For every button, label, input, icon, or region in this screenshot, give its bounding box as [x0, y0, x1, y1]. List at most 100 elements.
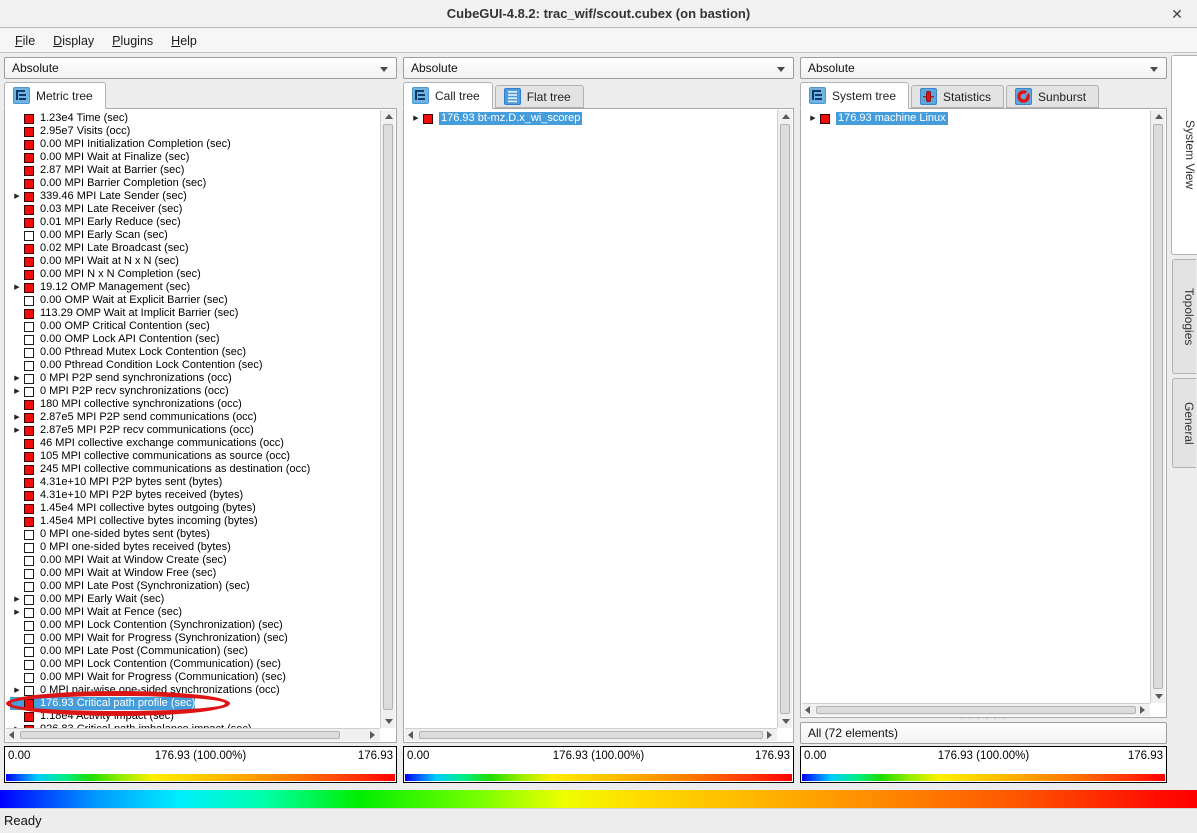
expand-arrow-icon[interactable]: ▶: [10, 606, 24, 619]
tree-row[interactable]: ▶176.93 bt-mz.D.x_wi_scorep: [409, 112, 582, 125]
tree-row[interactable]: 0.03 MPI Late Receiver (sec): [10, 203, 182, 216]
close-icon[interactable]: ✕: [1167, 4, 1187, 24]
scroll-down-icon[interactable]: [382, 715, 395, 728]
scrollbar-thumb[interactable]: [1153, 124, 1163, 689]
tree-row[interactable]: 0.00 MPI Wait at Finalize (sec): [10, 151, 189, 164]
tree-row[interactable]: 46 MPI collective exchange communication…: [10, 437, 284, 450]
system-tree-vscrollbar[interactable]: [1150, 110, 1165, 703]
metric-tree-hscrollbar[interactable]: [6, 728, 380, 741]
expand-arrow-icon[interactable]: ▶: [806, 112, 820, 125]
scroll-left-icon[interactable]: [6, 729, 19, 742]
side-tab-topologies[interactable]: Topologies: [1172, 259, 1196, 374]
tree-row[interactable]: ▶0 MPI P2P recv synchronizations (occ): [10, 385, 229, 398]
tree-row[interactable]: 0.00 Pthread Mutex Lock Contention (sec): [10, 346, 246, 359]
system-value-mode-select[interactable]: Absolute: [800, 57, 1167, 79]
tree-row[interactable]: 0.01 MPI Early Reduce (sec): [10, 216, 181, 229]
tree-row[interactable]: 1.45e4 MPI collective bytes outgoing (by…: [10, 502, 256, 515]
tab-sunburst[interactable]: Sunburst: [1006, 85, 1099, 108]
tree-row[interactable]: 0.00 MPI Late Post (Communication) (sec): [10, 645, 248, 658]
tree-row[interactable]: 1.45e4 MPI collective bytes incoming (by…: [10, 515, 258, 528]
tree-row[interactable]: 245 MPI collective communications as des…: [10, 463, 310, 476]
tree-row[interactable]: 0 MPI one-sided bytes sent (bytes): [10, 528, 210, 541]
scrollbar-thumb[interactable]: [816, 706, 1136, 714]
tree-row[interactable]: ▶0.00 MPI Early Wait (sec): [10, 593, 164, 606]
expand-arrow-icon[interactable]: ▶: [10, 372, 24, 385]
tree-row[interactable]: 0.00 MPI Lock Contention (Synchronizatio…: [10, 619, 283, 632]
tree-row[interactable]: 0.00 MPI Wait at Window Create (sec): [10, 554, 227, 567]
menu-file[interactable]: File: [6, 31, 44, 51]
expand-arrow-icon[interactable]: ▶: [10, 684, 24, 697]
scroll-left-icon[interactable]: [802, 704, 815, 717]
scroll-up-icon[interactable]: [1152, 110, 1165, 123]
call-tree-vscrollbar[interactable]: [777, 110, 792, 728]
tab-statistics[interactable]: Statistics: [911, 85, 1004, 108]
tree-row[interactable]: 0 MPI one-sided bytes received (bytes): [10, 541, 231, 554]
expand-arrow-icon[interactable]: ▶: [10, 281, 24, 294]
tree-row[interactable]: ▶2.87e5 MPI P2P send communications (occ…: [10, 411, 257, 424]
tree-row[interactable]: 105 MPI collective communications as sou…: [10, 450, 290, 463]
scroll-down-icon[interactable]: [779, 715, 792, 728]
tree-row[interactable]: ▶19.12 OMP Management (sec): [10, 281, 190, 294]
tree-row[interactable]: 0.00 MPI Late Post (Synchronization) (se…: [10, 580, 250, 593]
tree-row[interactable]: 180 MPI collective synchronizations (occ…: [10, 398, 242, 411]
tree-row[interactable]: 0.02 MPI Late Broadcast (sec): [10, 242, 189, 255]
tab-flat-tree[interactable]: Flat tree: [495, 85, 584, 108]
tree-row[interactable]: 0.00 OMP Wait at Explicit Barrier (sec): [10, 294, 228, 307]
tree-row[interactable]: 0.00 MPI Barrier Completion (sec): [10, 177, 206, 190]
scrollbar-thumb[interactable]: [383, 124, 393, 710]
expand-arrow-icon[interactable]: ▶: [409, 112, 423, 125]
tree-row[interactable]: ▶176.93 machine Linux: [806, 112, 948, 125]
tree-row[interactable]: ▶339.46 MPI Late Sender (sec): [10, 190, 187, 203]
tree-row[interactable]: 0.00 MPI Lock Contention (Communication)…: [10, 658, 281, 671]
scrollbar-thumb[interactable]: [20, 731, 340, 739]
tab-metric-tree[interactable]: Metric tree: [4, 82, 106, 109]
scroll-right-icon[interactable]: [367, 729, 380, 742]
side-tab-general[interactable]: General: [1172, 378, 1196, 468]
tree-row[interactable]: ▶0 MPI P2P send synchronizations (occ): [10, 372, 232, 385]
call-tree-hscrollbar[interactable]: [405, 728, 777, 741]
scroll-down-icon[interactable]: [1152, 690, 1165, 703]
tree-row[interactable]: ▶0 MPI pair-wise one-sided synchronizati…: [10, 684, 280, 697]
tree-row[interactable]: 2.87 MPI Wait at Barrier (sec): [10, 164, 184, 177]
tree-row[interactable]: 1.23e4 Time (sec): [10, 112, 128, 125]
expand-arrow-icon[interactable]: ▶: [10, 411, 24, 424]
tree-row[interactable]: 0.00 MPI Initialization Completion (sec): [10, 138, 231, 151]
scroll-left-icon[interactable]: [405, 729, 418, 742]
scroll-up-icon[interactable]: [382, 110, 395, 123]
tree-row[interactable]: 0.00 OMP Lock API Contention (sec): [10, 333, 220, 346]
tree-row[interactable]: 4.31e+10 MPI P2P bytes sent (bytes): [10, 476, 222, 489]
expand-arrow-icon[interactable]: ▶: [10, 593, 24, 606]
expand-arrow-icon[interactable]: ▶: [10, 385, 24, 398]
tree-row[interactable]: 0.00 MPI Wait at Window Free (sec): [10, 567, 216, 580]
call-value-mode-select[interactable]: Absolute: [403, 57, 794, 79]
tree-row[interactable]: 4.31e+10 MPI P2P bytes received (bytes): [10, 489, 243, 502]
expand-arrow-icon[interactable]: ▶: [10, 424, 24, 437]
scroll-right-icon[interactable]: [764, 729, 777, 742]
tree-row[interactable]: 0.00 Pthread Condition Lock Contention (…: [10, 359, 263, 372]
tree-row[interactable]: 0.00 OMP Critical Contention (sec): [10, 320, 210, 333]
tree-row[interactable]: 0.00 MPI Early Scan (sec): [10, 229, 168, 242]
tree-row[interactable]: 0.00 MPI Wait for Progress (Communicatio…: [10, 671, 286, 684]
system-filter-select[interactable]: All (72 elements): [800, 722, 1167, 744]
menu-plugins[interactable]: Plugins: [103, 31, 162, 51]
metric-value-mode-select[interactable]: Absolute: [4, 57, 397, 79]
system-tree-hscrollbar[interactable]: [802, 703, 1150, 716]
tree-row[interactable]: 113.29 OMP Wait at Implicit Barrier (sec…: [10, 307, 238, 320]
tab-call-tree[interactable]: Call tree: [403, 82, 493, 109]
scrollbar-thumb[interactable]: [780, 124, 790, 714]
tree-row[interactable]: 2.95e7 Visits (occ): [10, 125, 130, 138]
tree-row[interactable]: 0.00 MPI Wait for Progress (Synchronizat…: [10, 632, 288, 645]
tree-row[interactable]: 176.93 Critical path profile (sec): [10, 697, 195, 710]
tree-row[interactable]: 1.18e4 Activity impact (sec): [10, 710, 174, 723]
expand-arrow-icon[interactable]: ▶: [10, 190, 24, 203]
side-tab-system-view[interactable]: System View: [1171, 55, 1197, 255]
tree-row[interactable]: ▶0.00 MPI Wait at Fence (sec): [10, 606, 182, 619]
tree-row[interactable]: 0.00 MPI Wait at N x N (sec): [10, 255, 179, 268]
tab-system-tree[interactable]: System tree: [800, 82, 909, 109]
menu-display[interactable]: Display: [44, 31, 103, 51]
scroll-up-icon[interactable]: [779, 110, 792, 123]
metric-tree-vscrollbar[interactable]: [380, 110, 395, 728]
scroll-right-icon[interactable]: [1137, 704, 1150, 717]
tree-row[interactable]: 0.00 MPI N x N Completion (sec): [10, 268, 201, 281]
menu-help[interactable]: Help: [162, 31, 206, 51]
